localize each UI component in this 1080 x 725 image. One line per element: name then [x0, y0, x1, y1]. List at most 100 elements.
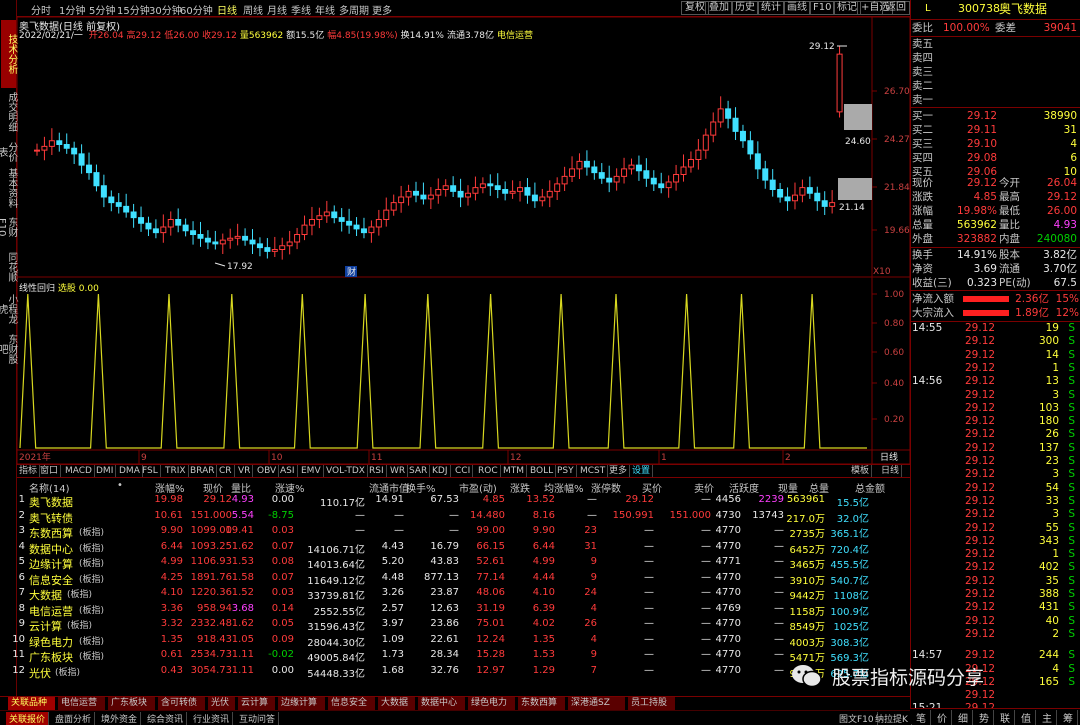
table-header-6[interactable]: 流通市值 — [369, 480, 409, 495]
table-header-4[interactable]: 量比 — [231, 480, 251, 495]
sector-tab-5[interactable]: 云计算 — [238, 697, 276, 710]
period-10[interactable]: 年线 — [315, 2, 335, 17]
table-row[interactable]: 8 电信运营 (板指) 3.36 958.94 3.68 0.14 2552.55亿 2.57 1… — [17, 603, 910, 618]
period-1[interactable]: 1分钟 — [59, 2, 85, 17]
sell-level[interactable]: 卖五 — [911, 37, 1080, 51]
table-header-7[interactable]: 换手% — [406, 480, 436, 495]
table-header-1[interactable]: • — [117, 480, 123, 491]
table-header-14[interactable]: 活跃度 — [729, 480, 759, 495]
left-tab-1[interactable]: 成交明细 — [1, 90, 17, 134]
table-header-15[interactable]: 现量 — [778, 480, 798, 495]
sell-level[interactable]: 卖四 — [911, 51, 1080, 65]
sector-tab-13[interactable]: 员工持股 — [628, 697, 676, 710]
sector-tab-0[interactable]: 关联品种 — [8, 697, 56, 710]
sector-tab-9[interactable]: 数据中心 — [418, 697, 466, 710]
bottom-link-7[interactable]: 纳拉提K — [872, 712, 912, 725]
table-row[interactable]: 1 奥飞数据 19.98 29.12 4.93 0.00 110.17亿 14.91 67.53… — [17, 494, 910, 509]
period-3[interactable]: 15分钟 — [117, 2, 150, 17]
left-tab-4[interactable]: 东财F10 — [0, 210, 17, 244]
table-row[interactable]: 2 奥飞转债 10.61 151.000 5.54 -8.75— — —14.480 8.16—… — [17, 510, 910, 525]
left-tab-0[interactable]: 技术分析 — [1, 20, 17, 88]
table-header-8[interactable]: 市盈(动) — [459, 480, 497, 495]
kline-chart-area[interactable]: 奥飞数据(日线 前复权) 2022/02/21/一 开26.04 高29.12 低2… — [17, 17, 910, 464]
table-header-2[interactable]: 涨幅% — [155, 480, 185, 495]
sector-tab-12[interactable]: 深港通SZ — [568, 697, 626, 710]
period-8[interactable]: 月线 — [267, 2, 287, 17]
quote-foot-tab-3[interactable]: 势 — [975, 710, 994, 725]
table-row[interactable]: 4 数据中心 (板指) 6.44 1093.25 1.62 0.07 14106.71亿 4.4… — [17, 541, 910, 556]
table-header-12[interactable]: 买价 — [642, 480, 662, 495]
bottom-link-0[interactable]: 关联报价 — [6, 712, 50, 725]
table-header-13[interactable]: 卖价 — [694, 480, 714, 495]
indicator-value: 0.00 — [78, 284, 99, 294]
buy-level[interactable]: 买一 29.12 38990 — [911, 109, 1080, 123]
period-11[interactable]: 多周期 — [339, 2, 369, 17]
table-row[interactable]: 6 信息安全 (板指) 4.25 1891.76 1.58 0.07 11649.12亿 4.4… — [17, 572, 910, 587]
period-12[interactable]: 更多 — [372, 2, 392, 17]
table-header-16[interactable]: 总量 — [809, 480, 829, 495]
quote-foot-tab-0[interactable]: 笔 — [912, 710, 931, 725]
bottom-link-1[interactable]: 盘面分析 — [52, 712, 96, 725]
buy-level[interactable]: 买二 29.11 31 — [911, 123, 1080, 137]
period-7[interactable]: 周线 — [243, 2, 263, 17]
buy-level[interactable]: 买四 29.08 6 — [911, 151, 1080, 165]
quote-foot-tab-4[interactable]: 联 — [996, 710, 1015, 725]
table-row[interactable]: 12 光伏 (板指) 0.43 3054.73 1.11 0.00 54448.33亿 1.68… — [12, 665, 910, 680]
bottom-link-5[interactable]: 互动问答 — [236, 712, 280, 725]
table-row[interactable]: 9 云计算 (板指) 3.32 2332.48 1.62 0.05 31596.43亿 3.97… — [17, 618, 910, 633]
candle-body — [360, 228, 367, 234]
period-0[interactable]: 分时 — [31, 2, 51, 17]
period-9[interactable]: 季线 — [291, 2, 311, 17]
sector-tab-3[interactable]: 含可转债 — [158, 697, 206, 710]
tick-side: S — [1068, 588, 1075, 600]
bottom-link-2[interactable]: 境外资金 — [98, 712, 142, 725]
toolbar-btn-1[interactable]: 叠加 — [705, 1, 733, 15]
tick-list[interactable]: 14:55 29.12 19 S 29.12 300 S 29.12 14 S 29.12 1 S 14:… — [911, 322, 1080, 708]
table-row[interactable]: 7 大数据 (板指) 4.10 1220.36 1.52 0.03 33739.81亿 3.26… — [17, 587, 910, 602]
period-2[interactable]: 5分钟 — [89, 2, 115, 17]
sell-level[interactable]: 卖二 — [911, 79, 1080, 93]
table-header-17[interactable]: 总金额 — [855, 480, 885, 495]
left-tab-6[interactable]: 小程龙虎 — [0, 290, 17, 328]
sell-level[interactable]: 卖一 — [911, 93, 1080, 107]
table-header-10[interactable]: 均涨幅% — [544, 480, 584, 495]
left-tab-3[interactable]: 基本资料 — [1, 168, 17, 208]
period-6[interactable]: 日线 — [217, 2, 237, 17]
table-header-0[interactable]: 名称(14) — [29, 480, 70, 495]
table-header-11[interactable]: 涨停数 — [591, 480, 621, 495]
period-5[interactable]: 60分钟 — [180, 2, 213, 17]
period-4[interactable]: 30分钟 — [149, 2, 182, 17]
sector-tab-8[interactable]: 大数据 — [378, 697, 416, 710]
left-tab-7[interactable]: 东财股吧 — [0, 330, 17, 368]
toolbar-btn-2[interactable]: 历史 — [731, 1, 759, 15]
quote-foot-tab-2[interactable]: 细 — [954, 710, 973, 725]
table-header-5[interactable]: 涨速% — [275, 480, 305, 495]
left-tab-5[interactable]: 同花顺 — [1, 248, 17, 286]
table-row[interactable]: 5 边缘计算 (板指) 4.99 1106.93 1.53 0.08 14013.64亿 5.2… — [17, 556, 910, 571]
table-header-3[interactable]: 现价 — [203, 480, 223, 495]
table-row[interactable]: 10 绿色电力 (板指) 1.35 918.43 1.05 0.09 28044.30亿 1.0… — [12, 634, 910, 649]
sector-tab-6[interactable]: 边缘计算 — [278, 697, 326, 710]
toolbar-btn-4[interactable]: 画线 — [783, 1, 811, 15]
quote-foot-tab-1[interactable]: 价 — [933, 710, 952, 725]
sector-tab-2[interactable]: 广东板块 — [108, 697, 156, 710]
table-row[interactable]: 11 广东板块 (板指) 0.61 2534.73 1.11 -0.02 49005.84亿 1… — [12, 649, 910, 664]
table-row[interactable]: 3 东数西算 (板指) 9.90 1099.00 19.41 0.03— — —99.00 9.9… — [17, 525, 910, 540]
sector-tab-1[interactable]: 电信运营 — [58, 697, 106, 710]
buy-level[interactable]: 买三 29.10 4 — [911, 137, 1080, 151]
sell-level[interactable]: 卖三 — [911, 65, 1080, 79]
sector-tab-10[interactable]: 绿色电力 — [468, 697, 516, 710]
table-header-9[interactable]: 涨跌 — [510, 480, 530, 495]
bottom-link-3[interactable]: 综合资讯 — [144, 712, 188, 725]
toolbar-btn-5[interactable]: F10 — [809, 1, 836, 15]
quote-foot-tab-5[interactable]: 值 — [1017, 710, 1036, 725]
bottom-link-4[interactable]: 行业资讯 — [190, 712, 234, 725]
toolbar-btn-3[interactable]: 统计 — [757, 1, 785, 15]
left-tab-2[interactable]: 分价表 — [0, 138, 17, 166]
toolbar-btn-8[interactable]: 返回 — [882, 1, 910, 15]
quote-foot-tab-7[interactable]: 筹 — [1059, 710, 1078, 725]
sector-tab-11[interactable]: 东数西算 — [518, 697, 566, 710]
sector-tab-7[interactable]: 信息安全 — [328, 697, 376, 710]
quote-foot-tab-6[interactable]: 主 — [1038, 710, 1057, 725]
sector-tab-4[interactable]: 光伏 — [208, 697, 236, 710]
